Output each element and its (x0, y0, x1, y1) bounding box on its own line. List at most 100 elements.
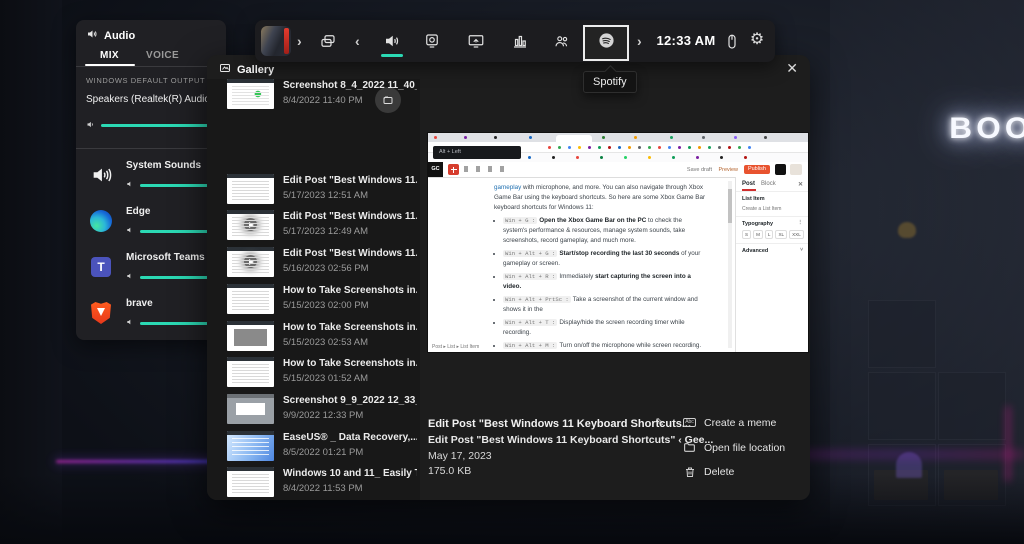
gear-icon[interactable]: ⚙ (748, 31, 766, 49)
gallery-item[interactable]: How to Take Screenshots in... 5/15/2023 … (207, 321, 420, 357)
editor-tools (464, 166, 504, 172)
microsoft-teams-icon: T (88, 254, 114, 280)
create-meme-button[interactable]: Abc Create a meme (683, 416, 776, 429)
gallery-item[interactable]: Screenshot 8_4_2022 11_40_... 8/4/2022 1… (207, 79, 420, 115)
shelf-cube (938, 372, 1006, 440)
gallery-item[interactable]: Screenshot 9_9_2022 12_33_... 9/9/2022 1… (207, 394, 420, 430)
mouse-pointer-icon[interactable] (723, 33, 741, 51)
sidebar-tab-block: Block (761, 181, 776, 187)
capture-thumbnail (227, 174, 274, 204)
spotify-widget-button[interactable] (583, 25, 629, 61)
chevron-left-icon[interactable]: ‹ (355, 32, 360, 50)
chevron-right-icon[interactable]: › (637, 32, 642, 50)
sidebar-list-item: List Item (736, 192, 808, 202)
gallery-item[interactable]: Edit Post "Best Windows 11... 5/16/2023 … (207, 247, 420, 283)
size-buttons: SMLXLXXL (736, 227, 808, 244)
audio-widget-icon[interactable] (383, 32, 401, 50)
led-strip-vertical (1006, 406, 1010, 482)
capture-subtitle: Edit Post "Best Windows 11 Keyboard Shor… (428, 434, 713, 446)
editor-content: gameplay with microphone, and more. You … (494, 183, 706, 352)
capture-title: Edit Post "Best Windows 11 Keyboard Shor… (428, 418, 678, 430)
play-icon (244, 255, 257, 268)
gallery-panel: Gallery ✕ Edit Post "Best Windows 11... … (207, 55, 810, 500)
capture-widget-icon[interactable] (423, 32, 441, 50)
capture-thumbnail (227, 79, 274, 109)
neon-sign: BOOM (949, 112, 1024, 146)
spotify-icon (598, 32, 615, 54)
settings-toggle (775, 164, 786, 175)
capture-preview-image: Alt + Left GC Save draft Preview Publish… (428, 133, 808, 352)
jetpack-toggle (790, 164, 802, 175)
caret-down-icon: ˅ (800, 247, 803, 253)
shortcut-bullet: Win + Alt + R :Immediately start capturi… (503, 272, 706, 292)
publish-button: Publish (744, 165, 770, 174)
shortcut-bullet: Win + Alt + PrtSc :Take a screenshot of … (503, 295, 706, 315)
editor-breadcrumb: Post ▸ List ▸ List Item (432, 344, 479, 350)
delete-button[interactable]: Delete (683, 465, 734, 478)
gallery-item[interactable]: How to Take Screenshots in... 5/15/2023 … (207, 284, 420, 320)
sidebar-tab-post: Post (742, 181, 755, 187)
editor-scrollbar (728, 181, 732, 348)
capture-thumbnail (227, 210, 274, 240)
volume-speaker-icon (126, 272, 134, 282)
master-volume-slider[interactable] (101, 124, 219, 127)
room-pillar (0, 0, 62, 544)
capture-date: May 17, 2023 (428, 450, 492, 462)
sidebar-advanced: Advanced (742, 248, 768, 254)
rename-pencil-icon[interactable]: ✎ (655, 416, 664, 429)
browser-tab-strip (428, 133, 808, 142)
game-capture-thumbnail[interactable] (261, 26, 291, 56)
performance-widget-icon[interactable] (511, 32, 529, 50)
app-name-teams: Microsoft Teams (126, 252, 205, 263)
close-icon[interactable]: ✕ (786, 60, 798, 77)
trash-icon (683, 465, 696, 478)
app-name-edge: Edge (126, 206, 150, 217)
site-icon: GC (428, 162, 443, 177)
open-file-location-button[interactable]: Open file location (683, 441, 785, 454)
gallery-title: Gallery (237, 64, 274, 76)
meme-icon: Abc (683, 416, 696, 429)
gallery-list: Edit Post "Best Windows 11... 5/17/2023 … (207, 79, 420, 500)
gallery-item[interactable]: Windows 10 and 11_ Easily Ta... 8/4/2022… (207, 467, 420, 500)
gallery-icon (219, 62, 231, 77)
shelf-cube (868, 300, 936, 368)
gallery-item[interactable]: EaseUS® _ Data Recovery,... 8/5/2022 01:… (207, 431, 420, 467)
shortcut-bullet: Win + G :Open the Xbox Game Bar on the P… (503, 216, 706, 245)
chevron-right-icon[interactable]: › (297, 32, 302, 50)
game-bar-toolbar: › ‹ › 12:33 AM ⚙ (255, 20, 775, 62)
led-strip-left (56, 460, 216, 463)
brave-icon (88, 300, 114, 326)
looking-for-group-icon[interactable] (553, 32, 571, 50)
shortcut-bullet: Win + Alt + G :Start/stop recording the … (503, 249, 706, 269)
output-label: WINDOWS DEFAULT OUTPUT (86, 76, 205, 85)
capture-thumbnail (227, 284, 274, 314)
edge-icon (88, 208, 114, 234)
tab-mix[interactable]: MIX (100, 50, 119, 61)
gallery-item[interactable]: Edit Post "Best Windows 11... 5/17/2023 … (207, 174, 420, 210)
gallery-item[interactable]: Edit Post "Best Windows 11... 5/17/2023 … (207, 210, 420, 246)
audio-panel-title: Audio (104, 30, 135, 42)
add-block-button (448, 164, 459, 175)
app-name-brave: brave (126, 298, 153, 309)
editor-topbar: GC Save draft Preview Publish (428, 162, 808, 178)
system-sounds-icon (88, 162, 114, 188)
capture-size: 175.0 KB (428, 465, 471, 477)
output-device-name: Speakers (Realtek(R) Audio) (86, 94, 213, 105)
capture-thumbnail (227, 467, 274, 497)
shortcut-bullet: Win + Alt + T :Display/hide the screen r… (503, 318, 706, 338)
broadcast-widget-icon[interactable] (467, 32, 485, 50)
tab-voice[interactable]: VOICE (146, 50, 179, 61)
gallery-item[interactable]: How to Take Screenshots in... 5/15/2023 … (207, 357, 420, 393)
lucky-cat-figurine (898, 222, 916, 238)
shortcut-bullet: Win + Alt + M :Turn on/off the microphon… (503, 341, 706, 351)
capture-thumbnail (227, 357, 274, 387)
capture-thumbnail (227, 394, 274, 424)
divider (76, 148, 226, 149)
play-icon (244, 218, 257, 231)
sidebar-typography: Typography (742, 221, 773, 227)
volume-speaker-icon (126, 318, 134, 328)
widget-menu-icon[interactable] (319, 32, 337, 50)
save-draft-label: Save draft (687, 167, 712, 173)
volume-speaker-icon (126, 180, 134, 190)
volume-speaker-icon (86, 120, 95, 131)
